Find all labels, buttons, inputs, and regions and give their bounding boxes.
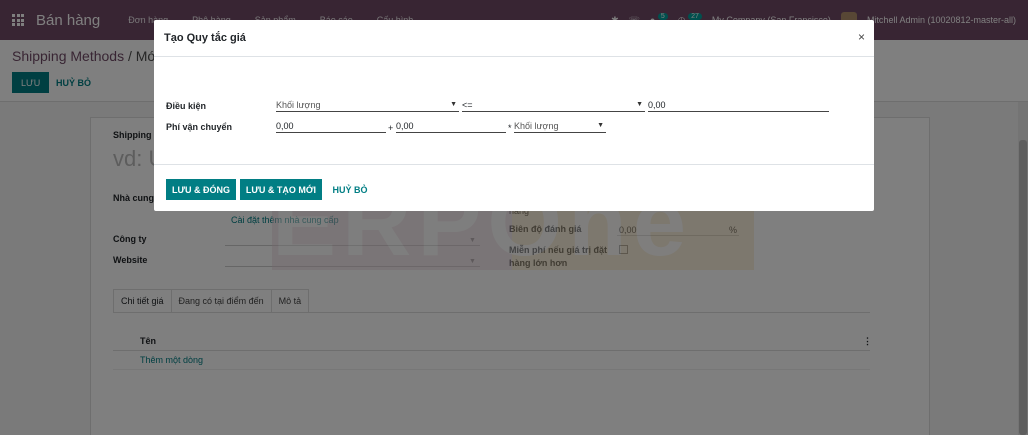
dialog-footer: LƯU & ĐÓNG LƯU & TẠO MỚI HUỶ BỎ — [154, 164, 874, 211]
dialog-discard-button[interactable]: HUỶ BỎ — [326, 179, 374, 200]
price-rule-dialog: Tạo Quy tắc giá × Điều kiện Khối lượng ▼… — [154, 20, 874, 211]
condition-operator-select[interactable]: <= ▼ — [462, 98, 645, 112]
price-base-input[interactable]: 0,00 — [276, 119, 386, 133]
chevron-down-icon: ▼ — [636, 101, 643, 108]
save-close-button[interactable]: LƯU & ĐÓNG — [166, 179, 236, 200]
chevron-down-icon: ▼ — [450, 101, 457, 108]
chevron-down-icon: ▼ — [597, 122, 604, 129]
price-extra-input[interactable]: 0,00 — [396, 119, 506, 133]
times-sign: * — [508, 123, 512, 133]
save-new-button[interactable]: LƯU & TẠO MỚI — [240, 179, 322, 200]
dialog-title: Tạo Quy tắc giá — [164, 32, 246, 44]
price-base-text: 0,00 — [276, 120, 294, 131]
plus-sign: + — [388, 123, 394, 133]
price-variable-value: Khối lượng — [514, 120, 559, 131]
condition-label: Điều kiện — [166, 101, 207, 111]
dialog-header: Tạo Quy tắc giá × — [154, 20, 874, 57]
condition-variable-select[interactable]: Khối lượng ▼ — [276, 98, 459, 112]
price-label: Phí vận chuyển — [166, 122, 233, 132]
condition-value-input[interactable]: 0,00 — [648, 98, 829, 112]
price-extra-text: 0,00 — [396, 120, 414, 131]
close-icon[interactable]: × — [858, 30, 865, 44]
condition-variable-value: Khối lượng — [276, 99, 321, 110]
price-variable-select[interactable]: Khối lượng ▼ — [514, 119, 606, 133]
condition-value-text: 0,00 — [648, 99, 666, 110]
condition-operator-value: <= — [462, 99, 473, 110]
